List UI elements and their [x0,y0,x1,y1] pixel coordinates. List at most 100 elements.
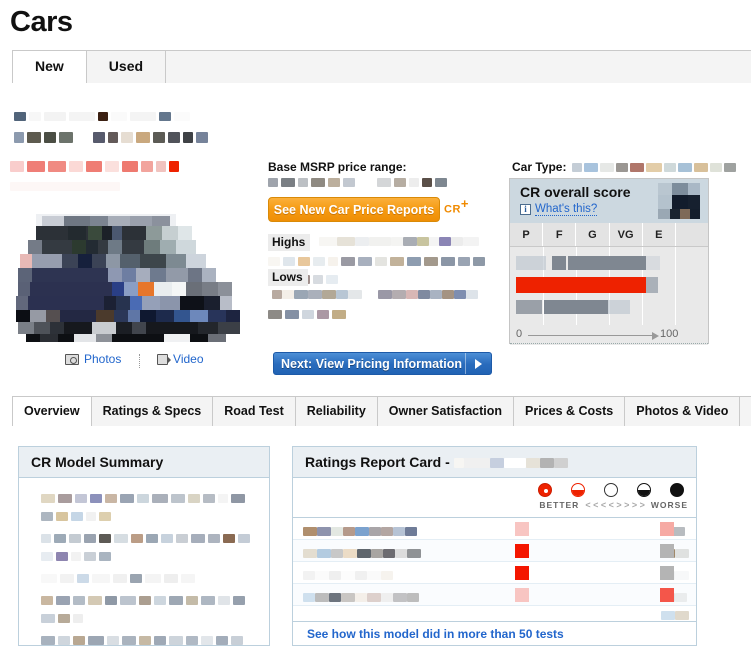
model-thumbnail [656,181,702,221]
rating-better-icon [571,483,585,497]
media-links: Photos Video [65,352,204,368]
grade-blank [676,223,708,246]
row-rating-mark [515,588,529,602]
bar-comparison-b [544,300,608,314]
tab-prices-costs[interactable]: Prices & Costs [513,396,626,426]
row-label [303,567,393,585]
table-row[interactable] [293,562,696,599]
scale-max-label: 100 [660,328,679,340]
row-rating-mark [515,544,529,558]
row-rating-mark-2 [660,566,674,580]
bar-comparison-a [552,256,566,270]
row-rating-mark [515,522,529,536]
cr-model-summary-heading: CR Model Summary [19,447,269,478]
model-title [10,158,260,196]
cr-score-bars [510,247,708,325]
summary-line-1 [41,490,259,526]
row-rating-mark [515,566,529,580]
table-row[interactable] [293,540,696,595]
right-arrow-icon [465,353,491,374]
grade-e: E [643,223,676,246]
video-label: Video [173,352,204,366]
tab-owner-satisfaction[interactable]: Owner Satisfaction [376,396,515,426]
summary-line-4 [41,592,259,628]
photos-label: Photos [84,352,122,366]
breadcrumb [14,108,264,147]
cr-score-footer-rule [510,343,708,344]
lows-value-inline [272,286,478,304]
breadcrumb-line-2 [14,129,264,147]
video-camera-icon [157,353,172,365]
table-row[interactable] [293,584,696,639]
table-row[interactable] [293,518,696,591]
tab-reliability[interactable]: Reliability [294,396,378,426]
report-card-title: Ratings Report Card [305,454,442,470]
tab-recalls[interactable]: Recalls [739,396,751,426]
tab-photos-video[interactable]: Photos & Video [624,396,741,426]
see-new-car-price-reports-button[interactable]: See New Car Price Reports [268,197,440,222]
scale-axis-arrow [528,332,659,340]
rating-best-icon [538,483,552,497]
grade-vg: VG [610,223,643,246]
summary-line-3 [41,570,259,588]
media-links-divider [138,353,140,368]
top-tab-filler [165,50,751,83]
info-icon: i [520,204,531,215]
model-title-line-1 [10,158,260,176]
cr-model-summary-body [19,478,269,646]
top-tab-bar: New Used [12,50,751,84]
tab-ratings-specs[interactable]: Ratings & Specs [90,396,214,426]
summary-line-5 [41,632,259,646]
bar-this-model [516,277,646,293]
car-type: Car Type: [512,160,736,174]
bar-comparison-b-lead [516,300,542,314]
msrp-label: Base MSRP price range: [268,160,407,174]
grade-g: G [576,223,610,246]
car-photo [12,196,255,344]
car-photo-image [12,196,255,344]
row-label [303,545,421,563]
model-title-line-2 [10,178,260,196]
report-card-footer: See how this model did in more than 50 t… [293,621,696,645]
summary-line-2 [41,530,259,566]
bar-this-model-tail [646,277,658,293]
report-card-legend: BETTER < < < < > > > > WORSE [293,478,696,518]
ratings-report-card-panel: Ratings Report Card - BETTER < < < < > >… [292,446,697,646]
cr-plus-badge: CR+ [444,196,469,216]
page-title: Cars [10,6,73,38]
tab-road-test[interactable]: Road Test [212,396,296,426]
camera-icon [65,353,79,365]
rating-worse-icon [637,483,651,497]
tab-new[interactable]: New [12,50,87,84]
see-more-tests-link[interactable]: See how this model did in more than 50 t… [307,627,564,641]
report-card-table [293,518,696,639]
grade-f: F [543,223,577,246]
scale-min-label: 0 [516,328,523,340]
row-label [303,523,417,541]
lows-block: Lows [268,268,493,323]
photos-link[interactable]: Photos [65,352,121,366]
row-rating-mark-2 [660,522,674,536]
row-label [303,589,419,607]
cr-grade-header-row: P F G VG E [510,223,708,247]
cr-overall-score-panel: CR overall score i What's this? P F G VG… [509,178,709,345]
cr-score-scale: 0 100 [510,325,708,345]
row-rating-mark-2 [660,544,674,558]
whats-this-link[interactable]: What's this? [535,203,598,216]
cr-model-summary-panel: CR Model Summary [18,446,270,646]
video-link[interactable]: Video [157,352,204,366]
ratings-report-card-heading: Ratings Report Card - [293,447,696,478]
rating-average-icon [604,483,618,497]
legend-icon-row [538,483,684,497]
lows-label: Lows [268,269,308,286]
section-tab-bar: Overview Ratings & Specs Road Test Relia… [12,396,751,427]
next-view-pricing-button[interactable]: Next: View Pricing Information [273,352,492,375]
bar-comparison-a-main [568,256,646,270]
cr-score-header: CR overall score i What's this? [510,179,708,223]
highs-value-inline [318,233,479,251]
tab-overview[interactable]: Overview [12,396,92,427]
legend-chevrons: < < < < > > > > [585,500,645,510]
legend-scale-row: BETTER < < < < > > > > WORSE [539,500,688,510]
page-root: Cars New Used Photos Video Base MSRP pri… [0,0,751,646]
tab-used[interactable]: Used [85,50,167,83]
